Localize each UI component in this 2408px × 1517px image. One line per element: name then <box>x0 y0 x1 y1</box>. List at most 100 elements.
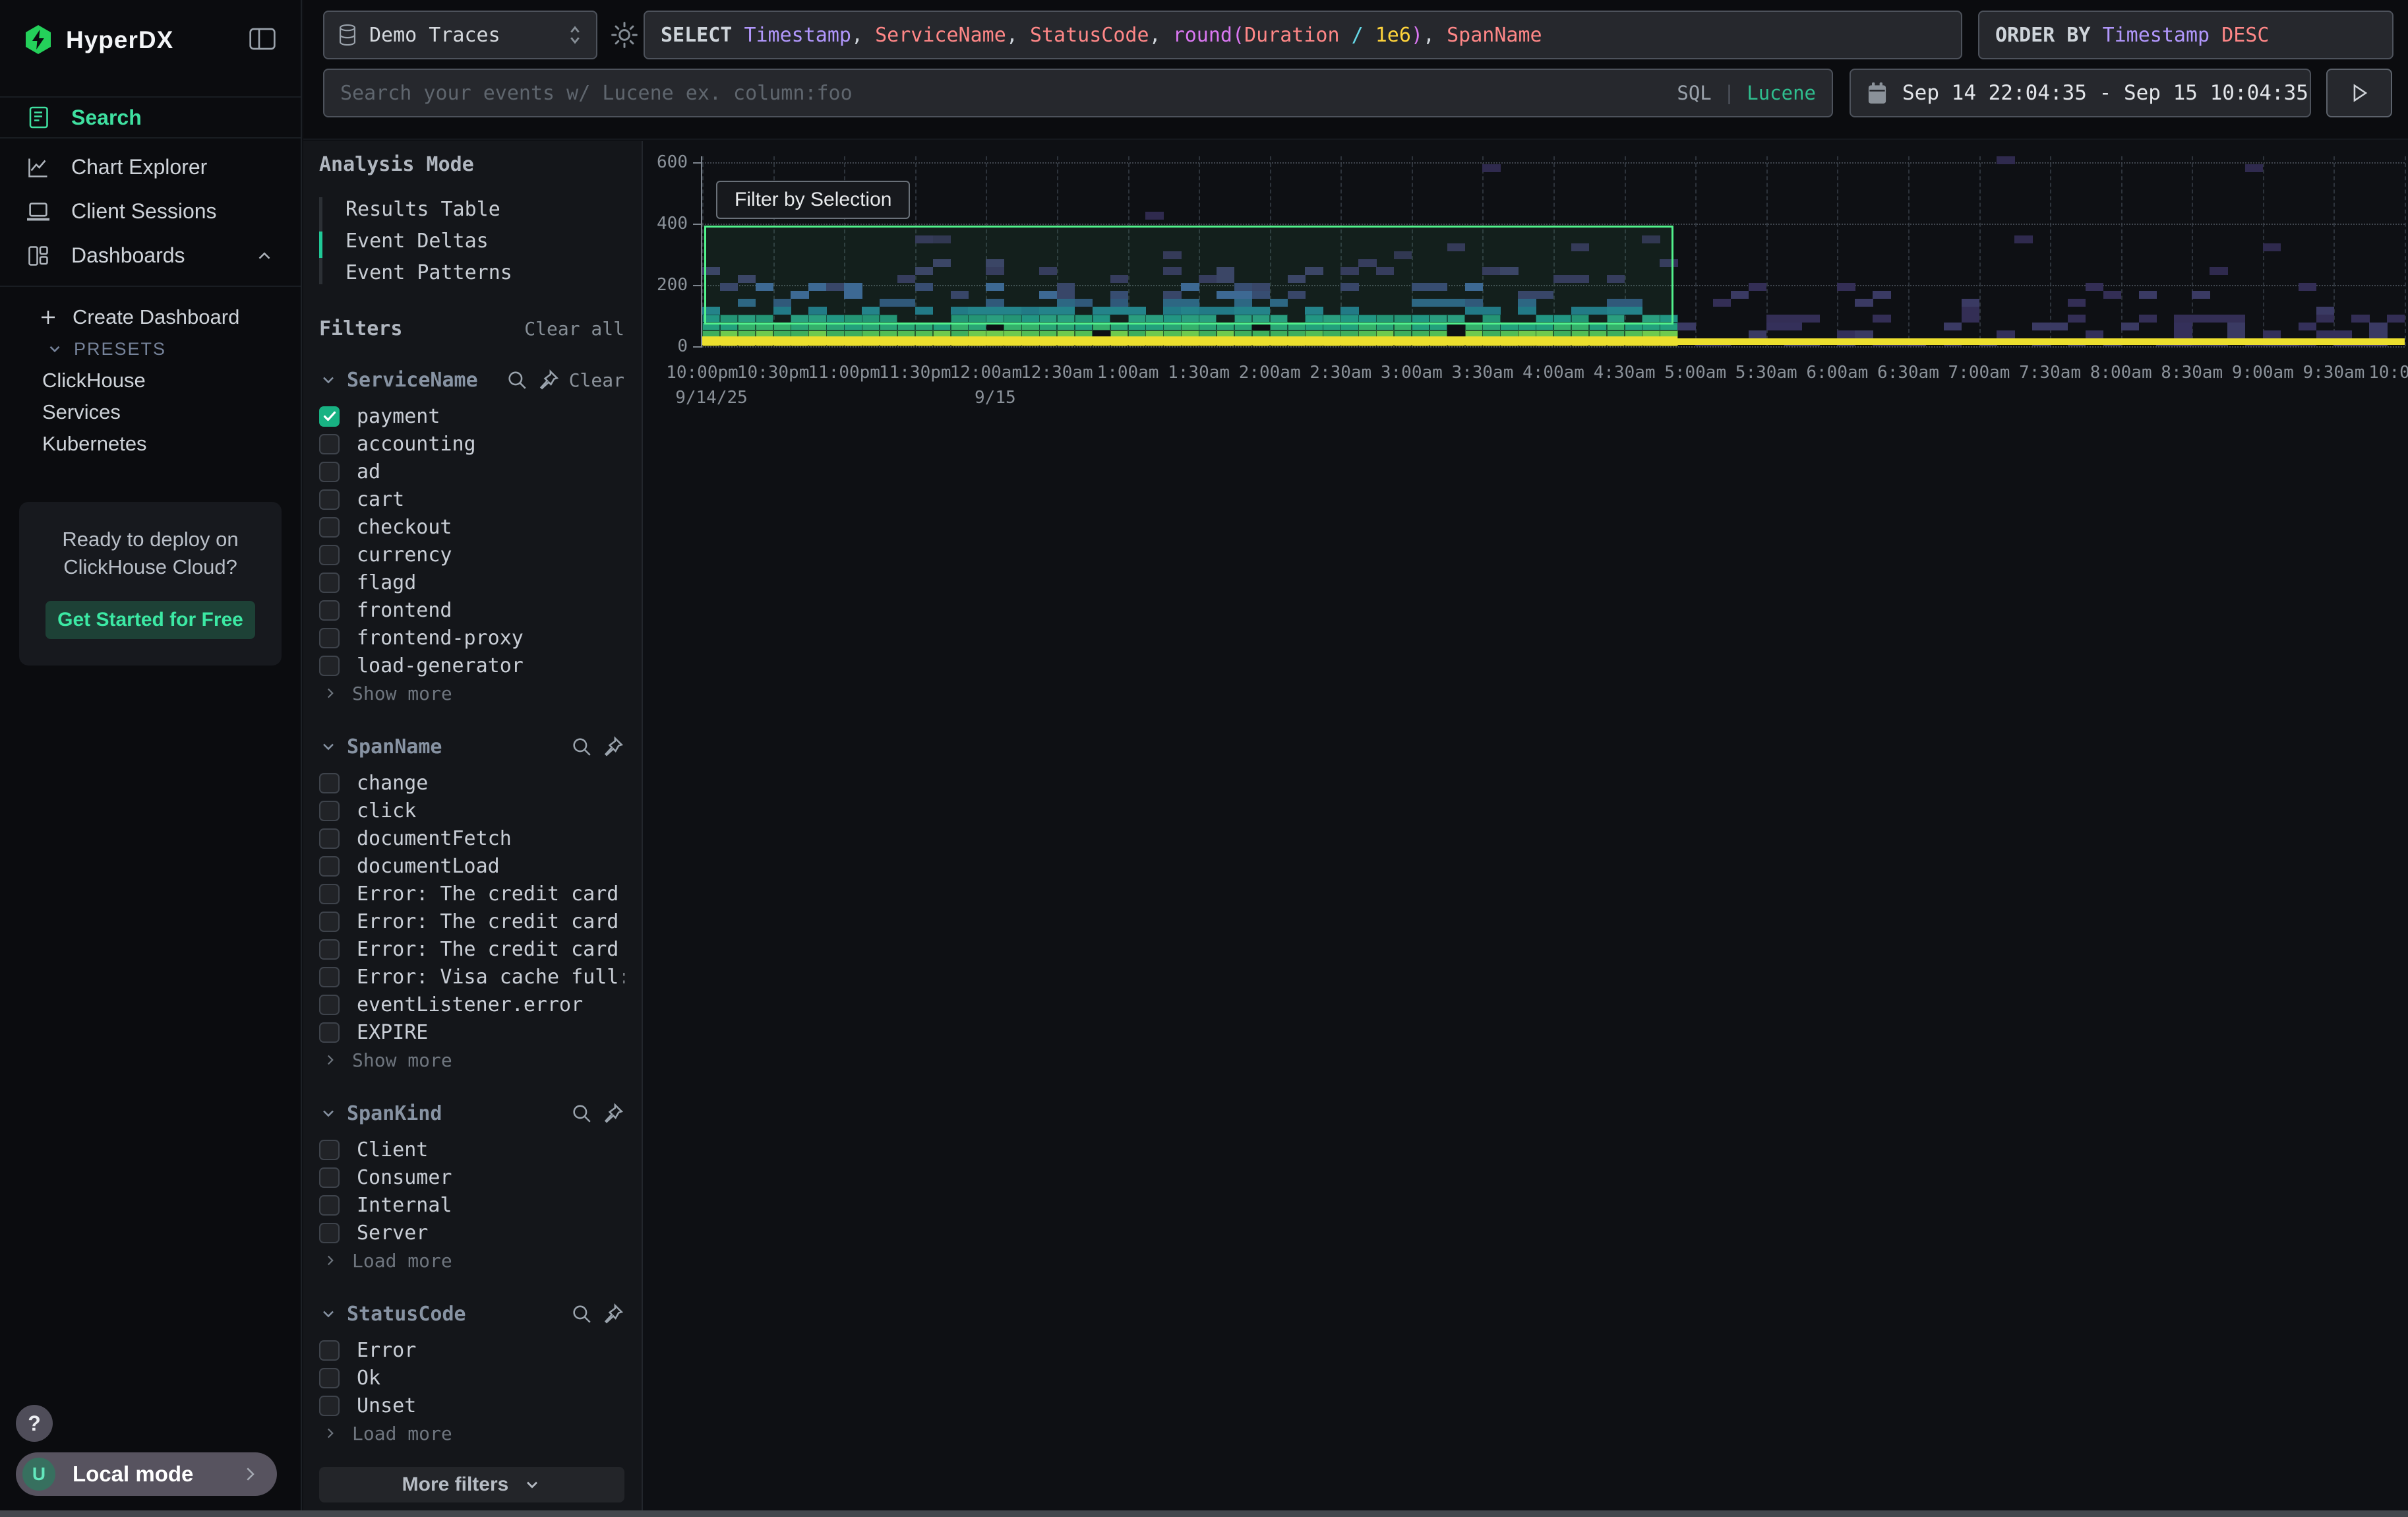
checkbox[interactable] <box>319 1223 340 1243</box>
search-icon[interactable] <box>506 369 528 391</box>
filter-option-internal[interactable]: Internal <box>319 1191 624 1219</box>
filter-option-checkout[interactable]: checkout <box>319 513 624 541</box>
sql-select-input[interactable]: SELECT Timestamp, ServiceName, StatusCod… <box>644 11 1962 59</box>
checkbox[interactable] <box>319 912 340 932</box>
search-icon[interactable] <box>570 735 593 758</box>
checkbox[interactable] <box>319 573 340 593</box>
sidebar-item-search[interactable]: Search <box>0 98 301 139</box>
filter-option-documentfetch[interactable]: documentFetch <box>319 824 624 852</box>
filter-option-error-visa-cache-full[interactable]: Error: Visa cache full: … <box>319 963 624 991</box>
checkbox[interactable] <box>319 1340 340 1361</box>
filter-option-unset[interactable]: Unset <box>319 1392 624 1419</box>
filter-option-expire[interactable]: EXPIRE <box>319 1018 624 1046</box>
analysis-option-event-patterns[interactable]: Event Patterns <box>331 257 624 288</box>
sidebar-item-chart-explorer[interactable]: Chart Explorer <box>0 145 301 189</box>
more-filters-button[interactable]: More filters <box>319 1467 624 1502</box>
user-menu[interactable]: U Local mode <box>16 1452 277 1496</box>
chevron-down-icon[interactable] <box>319 737 338 756</box>
filter-option-error-the-credit-card[interactable]: Error: The credit card (… <box>319 908 624 935</box>
checkbox[interactable] <box>319 1022 340 1043</box>
checkbox[interactable] <box>319 801 340 821</box>
chart-selection[interactable] <box>704 226 1673 325</box>
filter-option-ad[interactable]: ad <box>319 458 624 485</box>
get-started-button[interactable]: Get Started for Free <box>45 601 255 639</box>
pin-icon[interactable] <box>602 1102 624 1125</box>
checkbox[interactable] <box>319 1368 340 1388</box>
filter-option-error-the-credit-card[interactable]: Error: The credit card (… <box>319 880 624 908</box>
filter-option-frontend-proxy[interactable]: frontend-proxy <box>319 624 624 652</box>
checkbox[interactable] <box>319 628 340 648</box>
filter-option-server[interactable]: Server <box>319 1219 624 1247</box>
sql-mode-button[interactable]: SQL <box>1677 82 1711 104</box>
checkbox[interactable] <box>319 856 340 877</box>
checkbox[interactable] <box>319 1195 340 1216</box>
chevron-down-icon[interactable] <box>319 1104 338 1123</box>
lucene-mode-button[interactable]: Lucene <box>1747 82 1816 104</box>
pin-icon[interactable] <box>602 1303 624 1325</box>
checkbox[interactable] <box>319 939 340 960</box>
sidebar-item-client-sessions[interactable]: Client Sessions <box>0 189 301 233</box>
filter-option-eventlistener-error[interactable]: eventListener.error <box>319 991 624 1018</box>
checkbox[interactable] <box>319 545 340 565</box>
checkbox[interactable] <box>319 434 340 454</box>
create-dashboard-button[interactable]: Create Dashboard <box>0 301 301 333</box>
filter-by-selection-button[interactable]: Filter by Selection <box>716 181 910 219</box>
checkbox[interactable] <box>319 600 340 621</box>
source-select[interactable]: Demo Traces <box>323 11 597 59</box>
filter-option-cart[interactable]: cart <box>319 485 624 513</box>
pin-icon[interactable] <box>602 735 624 758</box>
filter-option-load-generator[interactable]: load-generator <box>319 652 624 679</box>
chevron-down-icon[interactable] <box>319 1305 338 1323</box>
heatmap-plot[interactable] <box>702 156 2405 346</box>
filter-option-click[interactable]: click <box>319 797 624 824</box>
help-button[interactable]: ? <box>16 1405 53 1442</box>
checkbox[interactable] <box>319 967 340 987</box>
filter-option-change[interactable]: change <box>319 769 624 797</box>
checkbox[interactable] <box>319 1167 340 1188</box>
filter-option-documentload[interactable]: documentLoad <box>319 852 624 880</box>
filter-option-currency[interactable]: currency <box>319 541 624 569</box>
search-icon[interactable] <box>570 1102 593 1125</box>
checkbox[interactable] <box>319 1396 340 1416</box>
checkbox[interactable] <box>319 1140 340 1160</box>
show-more-button[interactable]: Load more <box>319 1247 624 1274</box>
run-query-button[interactable] <box>2326 69 2392 117</box>
pin-icon[interactable] <box>537 369 560 391</box>
sql-orderby-input[interactable]: ORDER BY Timestamp DESC <box>1978 11 2393 59</box>
analysis-option-event-deltas[interactable]: Event Deltas <box>331 225 624 257</box>
filter-option-accounting[interactable]: accounting <box>319 430 624 458</box>
filter-option-payment[interactable]: payment <box>319 402 624 430</box>
filter-option-consumer[interactable]: Consumer <box>319 1163 624 1191</box>
show-more-button[interactable]: Load more <box>319 1419 624 1447</box>
checkbox[interactable] <box>319 773 340 793</box>
checkbox[interactable] <box>319 828 340 849</box>
checkbox[interactable] <box>319 517 340 538</box>
show-more-button[interactable]: Show more <box>319 1046 624 1074</box>
preset-item-clickhouse[interactable]: ClickHouse <box>0 365 301 396</box>
search-input[interactable] <box>340 82 1664 105</box>
clear-all-button[interactable]: Clear all <box>524 318 624 340</box>
filter-option-client[interactable]: Client <box>319 1136 624 1163</box>
analysis-option-results-table[interactable]: Results Table <box>331 193 624 225</box>
checkbox[interactable] <box>319 656 340 676</box>
filter-option-flagd[interactable]: flagd <box>319 569 624 596</box>
preset-item-services[interactable]: Services <box>0 396 301 428</box>
preset-item-kubernetes[interactable]: Kubernetes <box>0 428 301 460</box>
gear-icon[interactable] <box>611 21 638 49</box>
checkbox[interactable] <box>319 884 340 904</box>
chevron-down-icon[interactable] <box>319 371 338 389</box>
collapse-sidebar-icon[interactable] <box>249 28 276 50</box>
presets-toggle[interactable]: PRESETS <box>0 333 301 365</box>
checkbox[interactable] <box>319 995 340 1015</box>
filter-option-error-the-credit-card[interactable]: Error: The credit card (… <box>319 935 624 963</box>
horizontal-scrollbar[interactable] <box>0 1510 2408 1517</box>
sidebar-item-dashboards[interactable]: Dashboards <box>0 233 301 278</box>
clear-group-button[interactable]: Clear <box>569 369 624 391</box>
filter-option-error[interactable]: Error <box>319 1336 624 1364</box>
show-more-button[interactable]: Show more <box>319 679 624 707</box>
checkbox[interactable] <box>319 462 340 482</box>
filter-option-frontend[interactable]: frontend <box>319 596 624 624</box>
filter-option-ok[interactable]: Ok <box>319 1364 624 1392</box>
search-icon[interactable] <box>570 1303 593 1325</box>
checkbox[interactable] <box>319 489 340 510</box>
